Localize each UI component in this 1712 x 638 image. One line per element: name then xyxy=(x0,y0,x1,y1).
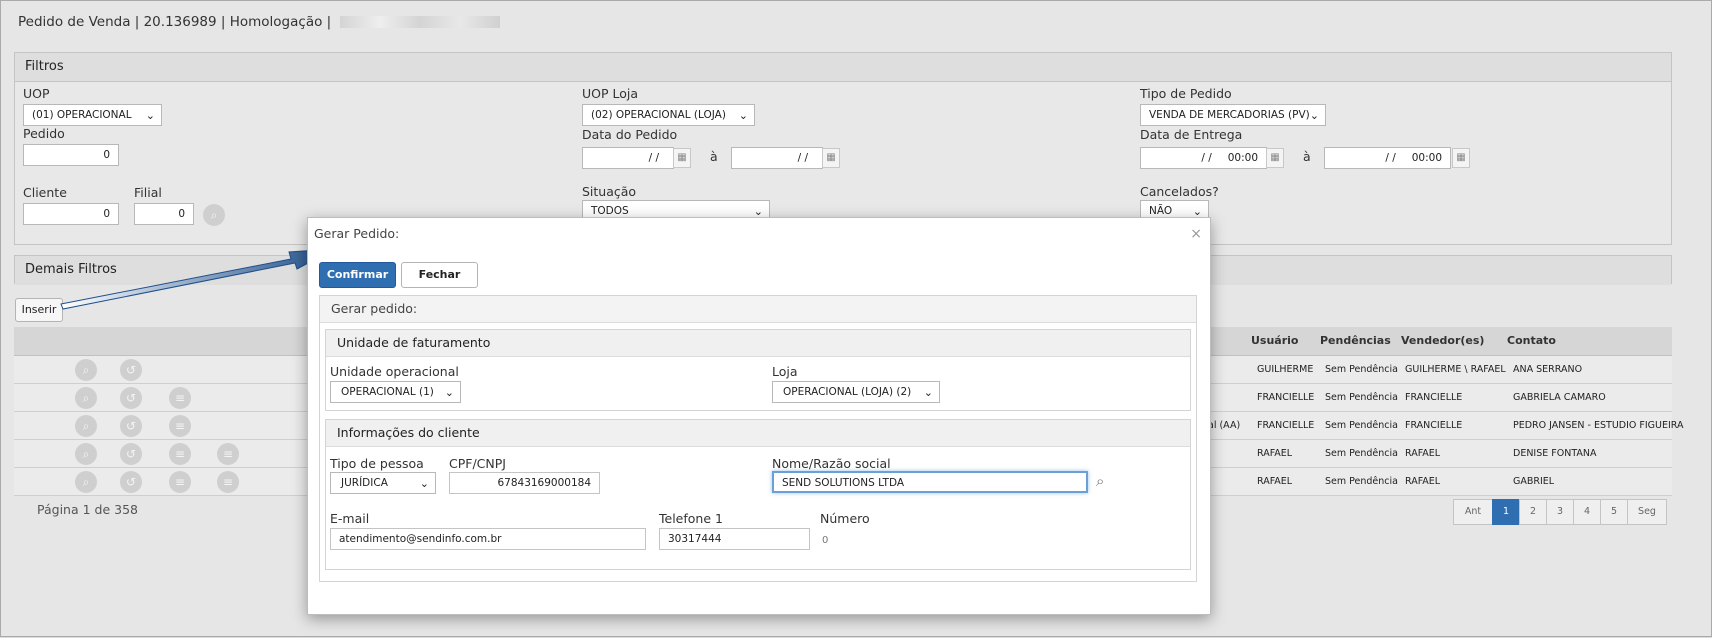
loja-select-value: OPERACIONAL (LOJA) (2) xyxy=(783,386,912,398)
modal-title: Gerar Pedido: xyxy=(314,226,400,241)
app-window: Pedido de Venda | 20.136989 | Homologaçã… xyxy=(0,0,1712,637)
numero-label: Número xyxy=(820,511,870,526)
tipo-pessoa-label: Tipo de pessoa xyxy=(330,456,424,471)
chevron-down-icon: ⌄ xyxy=(419,477,429,490)
nome-razao-input[interactable]: SEND SOLUTIONS LTDA xyxy=(772,471,1088,493)
search-icon[interactable]: ⌕ xyxy=(1096,472,1104,490)
chevron-down-icon: ⌄ xyxy=(923,386,933,399)
unidade-select[interactable]: OPERACIONAL (1) ⌄ xyxy=(330,381,461,403)
unidade-select-value: OPERACIONAL (1) xyxy=(341,386,434,398)
fechar-button[interactable]: Fechar xyxy=(401,262,478,288)
numero-value: 0 xyxy=(822,535,829,546)
cpf-cnpj-input[interactable]: 67843169000184 xyxy=(449,472,600,494)
confirmar-button[interactable]: Confirmar xyxy=(319,262,396,288)
telefone-input[interactable]: 30317444 xyxy=(659,528,810,550)
nome-razao-label: Nome/Razão social xyxy=(772,456,891,471)
cliente-section: Informações do cliente Tipo de pessoa JU… xyxy=(325,419,1191,570)
gerar-pedido-section: Gerar pedido: Unidade de faturamento Uni… xyxy=(319,295,1197,582)
loja-select[interactable]: OPERACIONAL (LOJA) (2) ⌄ xyxy=(772,381,940,403)
faturamento-section: Unidade de faturamento Unidade operacion… xyxy=(325,329,1191,411)
loja-label: Loja xyxy=(772,364,798,379)
tipo-pessoa-select[interactable]: JURÍDICA ⌄ xyxy=(330,472,436,494)
cliente-header: Informações do cliente xyxy=(326,420,1190,447)
chevron-down-icon: ⌄ xyxy=(444,386,454,399)
tipo-pessoa-select-value: JURÍDICA xyxy=(341,477,388,489)
cpf-cnpj-label: CPF/CNPJ xyxy=(449,456,506,471)
gerar-pedido-modal: Gerar Pedido: × Confirmar Fechar Gerar p… xyxy=(307,217,1211,615)
unidade-label: Unidade operacional xyxy=(330,364,459,379)
close-icon[interactable]: × xyxy=(1190,226,1202,242)
email-label: E-mail xyxy=(330,511,370,526)
email-input[interactable]: atendimento@sendinfo.com.br xyxy=(330,528,646,550)
section-title: Gerar pedido: xyxy=(320,296,1196,323)
telefone-label: Telefone 1 xyxy=(659,511,723,526)
faturamento-header: Unidade de faturamento xyxy=(326,330,1190,357)
